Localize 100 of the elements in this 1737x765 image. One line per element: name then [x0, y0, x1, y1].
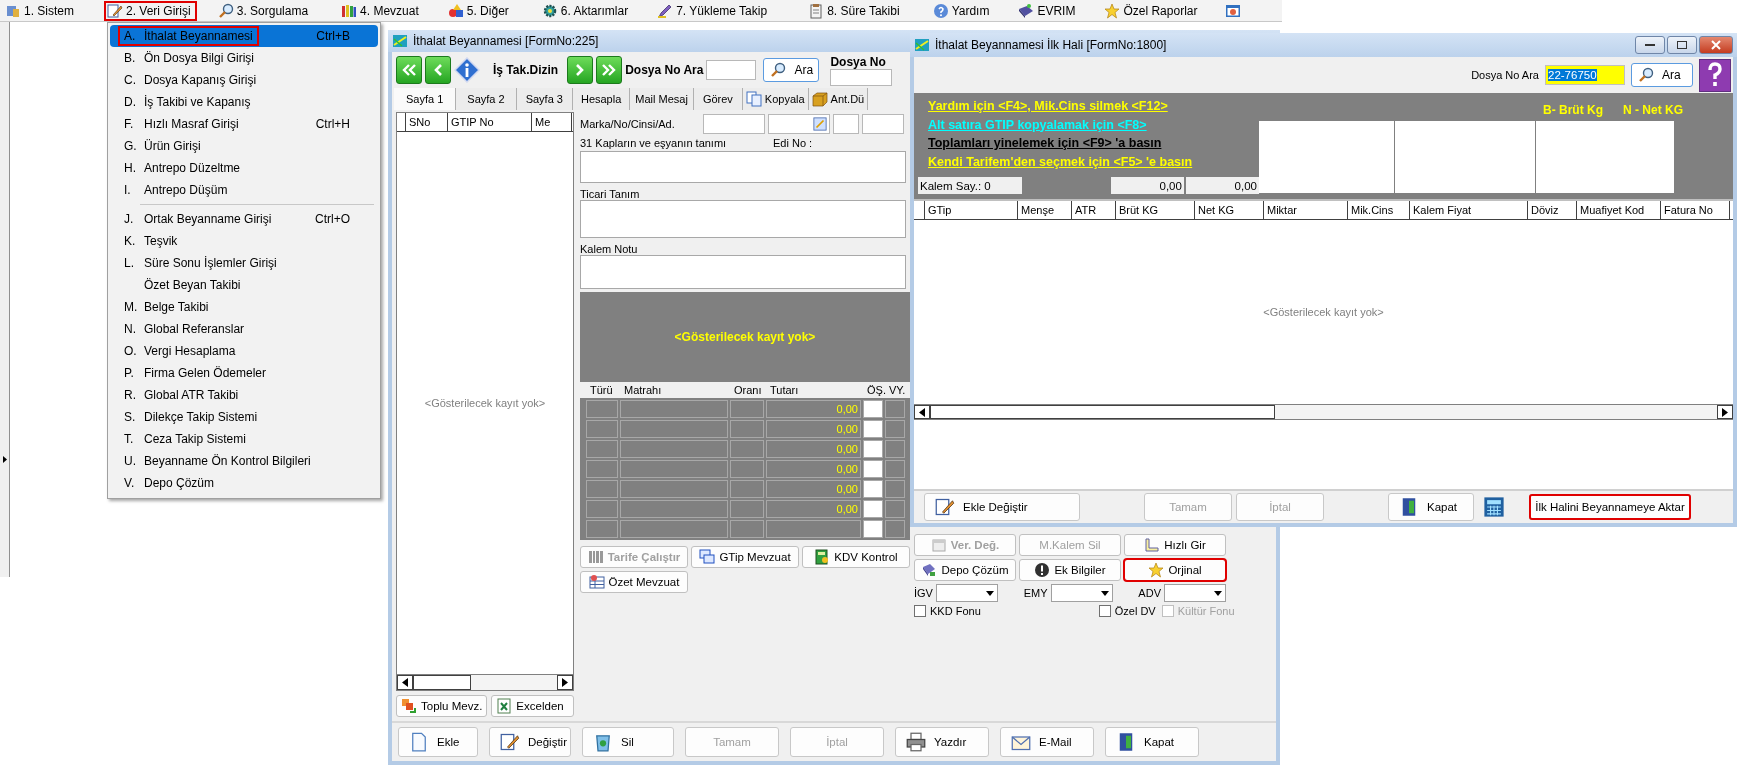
dropdown-field[interactable]: [935, 584, 998, 602]
checkbox-cell[interactable]: [863, 440, 883, 458]
field-label: Kalem Notu: [580, 243, 639, 255]
command-button[interactable]: Değiştir: [489, 727, 571, 757]
info-button[interactable]: [454, 56, 480, 84]
menu-entry[interactable]: O. Vergi Hesaplama: [110, 340, 378, 362]
menu-entry[interactable]: H. Antrepo Düzeltme: [110, 157, 378, 179]
menu-entry[interactable]: V. Depo Çözüm: [110, 472, 378, 494]
search-button[interactable]: Ara: [763, 58, 820, 82]
close-button[interactable]: [1699, 36, 1733, 54]
menu-entry[interactable]: F. Hızlı Masraf Girişi Ctrl+H: [110, 113, 378, 135]
last-button[interactable]: [596, 56, 623, 84]
menu-item[interactable]: 5. Diğer: [444, 0, 515, 21]
menu-item[interactable]: 8. Süre Takibi: [805, 0, 906, 21]
menu-entry[interactable]: P. Firma Gelen Ödemeler: [110, 362, 378, 384]
command-button[interactable]: Sil: [582, 727, 674, 757]
dropdown-field[interactable]: [1050, 584, 1113, 602]
toolbar-button[interactable]: Özet Mevzuat: [580, 571, 688, 593]
tab[interactable]: Hesapla: [572, 88, 631, 110]
text-field[interactable]: [862, 114, 904, 134]
menu-item[interactable]: 1. Sistem: [2, 0, 80, 21]
column-header: VY.: [888, 384, 907, 398]
file-number-field[interactable]: [830, 68, 893, 86]
menu-item[interactable]: 4. Mevzuat: [338, 0, 425, 21]
dropdown-field[interactable]: [1164, 584, 1226, 602]
tab[interactable]: Mail Mesaj: [630, 88, 694, 110]
menu-entry[interactable]: B. Ön Dosya Bilgi Girişi: [110, 47, 378, 69]
menu-entry[interactable]: D. İş Takibi ve Kapanış: [110, 91, 378, 113]
command-button[interactable]: E-Mail: [1000, 727, 1094, 757]
action-button[interactable]: Ek Bilgiler: [1019, 559, 1121, 581]
menu-entry[interactable]: M. Belge Takibi: [110, 296, 378, 318]
checkbox-cell[interactable]: [863, 400, 883, 418]
menu-entry[interactable]: S. Dilekçe Takip Sistemi: [110, 406, 378, 428]
import-button[interactable]: Excelden: [491, 695, 574, 717]
menu-item[interactable]: 3. Sorgulama: [214, 0, 315, 21]
text-area[interactable]: [580, 255, 906, 289]
scrollbar[interactable]: [397, 674, 573, 690]
action-button[interactable]: Depo Çözüm: [914, 559, 1016, 581]
checkbox[interactable]: [1098, 605, 1111, 617]
next-button[interactable]: [567, 56, 594, 84]
action-button[interactable]: Hızlı Gir: [1124, 534, 1226, 556]
action-button[interactable]: Orjinal: [1124, 559, 1226, 581]
checkbox-cell[interactable]: [863, 500, 883, 518]
minimize-button[interactable]: [1635, 36, 1665, 54]
menu-item[interactable]: Özel Raporlar: [1101, 0, 1204, 21]
command-button[interactable]: Ekle Değiştir: [924, 493, 1080, 521]
menu-entry[interactable]: Özet Beyan Takibi: [110, 274, 378, 296]
maximize-button[interactable]: [1667, 36, 1697, 54]
scrollbar[interactable]: [914, 404, 1733, 420]
checkbox-cell[interactable]: [863, 480, 883, 498]
command-button[interactable]: Yazdır: [895, 727, 989, 757]
search-field[interactable]: [706, 60, 757, 80]
toolbar-button[interactable]: GTip Mevzuat: [691, 546, 799, 568]
tab[interactable]: Sayfa 1: [394, 88, 457, 110]
menu-entry[interactable]: C. Dosya Kapanış Girişi: [110, 69, 378, 91]
command-button[interactable]: Kapat: [1105, 727, 1199, 757]
menu-entry[interactable]: N. Global Referanslar: [110, 318, 378, 340]
menu-item[interactable]: 6. Aktarımlar: [538, 0, 635, 21]
help-button[interactable]: [1699, 58, 1731, 92]
tab[interactable]: Sayfa 2: [456, 88, 517, 110]
menu-item[interactable]: 7. Yükleme Takip: [654, 0, 774, 21]
menu-item[interactable]: 2. Veri Girişi: [104, 0, 197, 21]
text-field[interactable]: [768, 114, 830, 134]
tab[interactable]: Ant.Dü: [808, 88, 869, 110]
tab[interactable]: Görev: [693, 88, 743, 110]
previous-button[interactable]: [425, 56, 451, 84]
command-button[interactable]: İlk Halini Beyannameye Aktar: [1529, 494, 1691, 520]
menu-item[interactable]: EVRIM: [1015, 0, 1082, 21]
checkbox[interactable]: [914, 605, 926, 617]
first-button[interactable]: [396, 56, 422, 84]
menu-entry[interactable]: U. Beyanname Ön Kontrol Bilgileri: [110, 450, 378, 472]
menu-entry[interactable]: A. İthalat Beyannamesi Ctrl+B: [110, 25, 378, 47]
tab[interactable]: Kopyala: [742, 88, 809, 110]
checkbox-cell[interactable]: [863, 520, 883, 538]
checkbox-cell[interactable]: [863, 420, 883, 438]
menu-entry[interactable]: K. Teşvik: [110, 230, 378, 252]
toolbar-button[interactable]: KDV Kontrol: [802, 546, 910, 568]
hint-link[interactable]: Yardım için <F4>, Mik.Cins silmek <F12>: [918, 97, 1259, 116]
menu-entry[interactable]: T. Ceza Takip Sistemi: [110, 428, 378, 450]
menu-item[interactable]: Yardım: [929, 0, 996, 21]
search-field[interactable]: 22-76750: [1545, 65, 1625, 85]
menu-entry[interactable]: L. Süre Sonu İşlemler Girişi: [110, 252, 378, 274]
text-area[interactable]: [580, 151, 906, 183]
command-button[interactable]: Ekle: [398, 727, 478, 757]
menu-entry[interactable]: I. Antrepo Düşüm: [110, 179, 378, 201]
menu-entry[interactable]: R. Global ATR Takibi: [110, 384, 378, 406]
total-field: 0,00: [1185, 177, 1259, 194]
directory-label: İş Tak.Dizin: [493, 63, 559, 77]
tab[interactable]: Sayfa 3: [516, 88, 573, 110]
text-field[interactable]: [833, 114, 859, 134]
text-area[interactable]: [580, 200, 906, 238]
checkbox-cell[interactable]: [863, 460, 883, 478]
command-button[interactable]: Kapat: [1388, 493, 1474, 521]
hint-link[interactable]: Toplamları yinelemek için <F9> 'a basın: [918, 134, 1259, 153]
text-field[interactable]: [703, 114, 765, 134]
menu-entry[interactable]: G. Ürün Girişi: [110, 135, 378, 157]
bulk-button[interactable]: Toplu Mevz.: [396, 695, 488, 717]
search-button[interactable]: Ara: [1631, 63, 1693, 87]
hint-link[interactable]: Kendi Tarifem'den seçmek için <F5> 'e basın: [918, 152, 1259, 171]
menu-entry[interactable]: J. Ortak Beyanname Girişi Ctrl+O: [110, 208, 378, 230]
